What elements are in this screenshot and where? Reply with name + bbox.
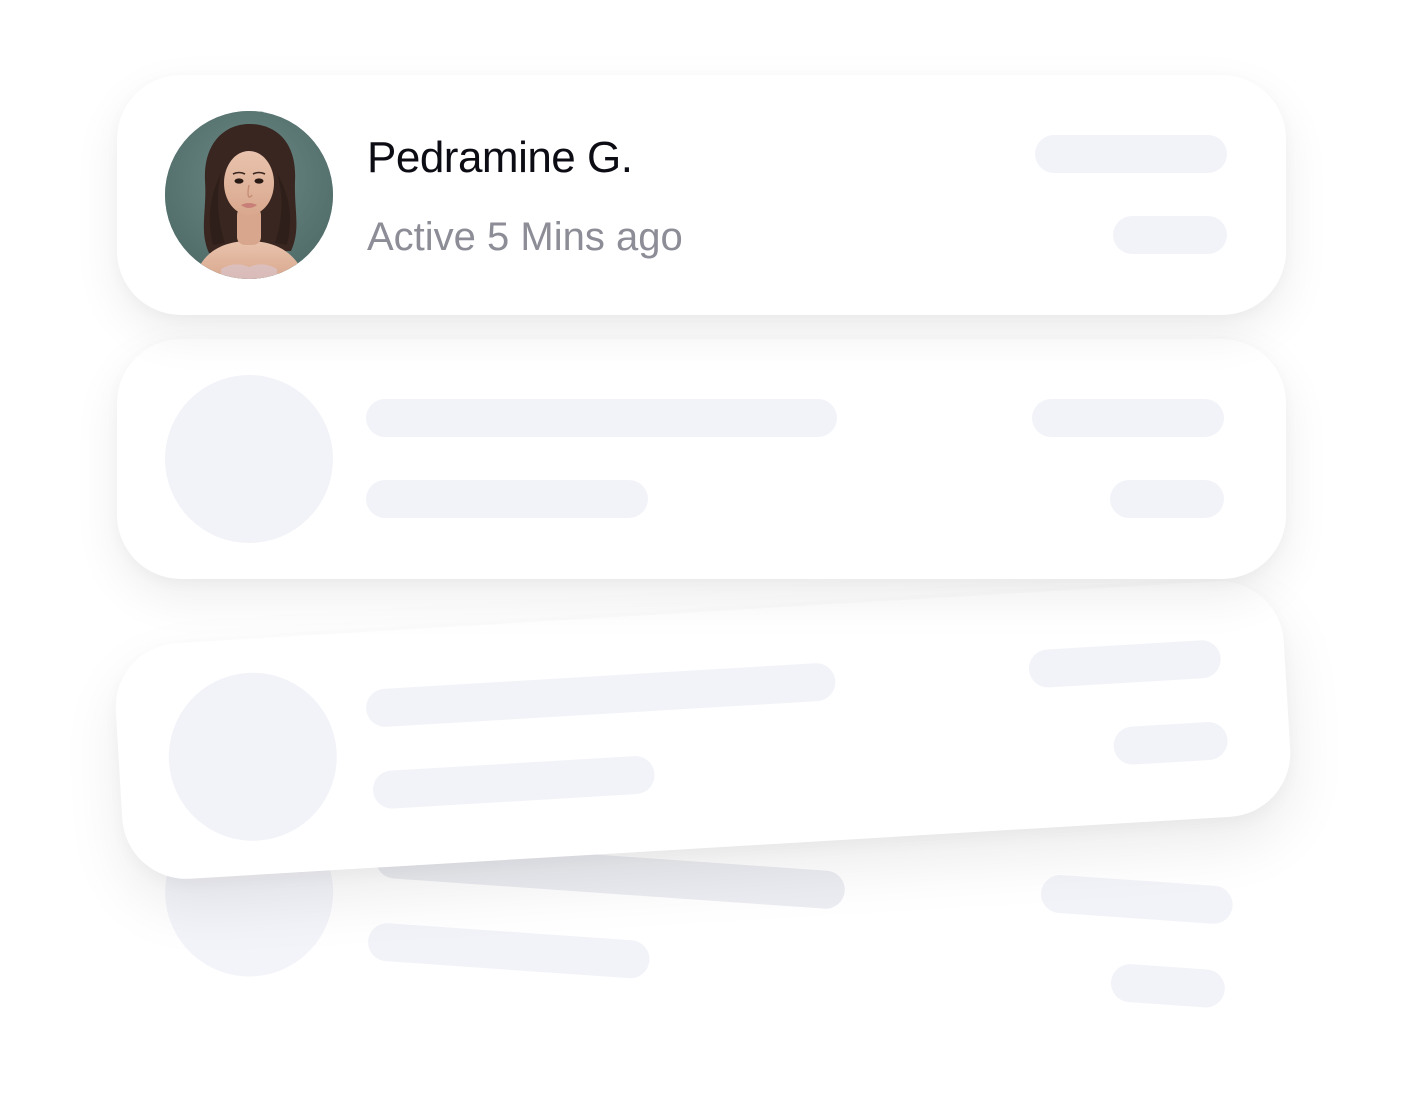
status-placeholder bbox=[366, 480, 648, 518]
avatar-placeholder bbox=[163, 667, 342, 846]
avatar-placeholder bbox=[165, 375, 333, 543]
meta-placeholder-bottom bbox=[1110, 480, 1224, 518]
user-card[interactable]: Pedramine G. Active 5 Mins ago bbox=[117, 75, 1286, 315]
meta-placeholder-bottom bbox=[1109, 962, 1227, 1009]
meta-placeholder-top bbox=[1032, 399, 1224, 437]
placeholder-card bbox=[117, 339, 1286, 579]
user-list-illustration: Pedramine G. Active 5 Mins ago bbox=[0, 0, 1403, 1117]
avatar bbox=[165, 111, 333, 279]
portrait-photo bbox=[165, 111, 333, 279]
meta-placeholder-top bbox=[1027, 639, 1222, 689]
name-placeholder bbox=[365, 662, 837, 728]
meta-placeholder-bottom bbox=[1113, 216, 1227, 254]
meta-placeholder-top bbox=[1039, 873, 1234, 926]
status-placeholder bbox=[366, 921, 651, 980]
user-name: Pedramine G. bbox=[367, 133, 633, 182]
name-placeholder bbox=[366, 399, 837, 437]
status-placeholder bbox=[371, 754, 656, 810]
meta-placeholder-top bbox=[1035, 135, 1227, 173]
meta-placeholder-bottom bbox=[1112, 720, 1229, 766]
user-status: Active 5 Mins ago bbox=[367, 215, 683, 259]
